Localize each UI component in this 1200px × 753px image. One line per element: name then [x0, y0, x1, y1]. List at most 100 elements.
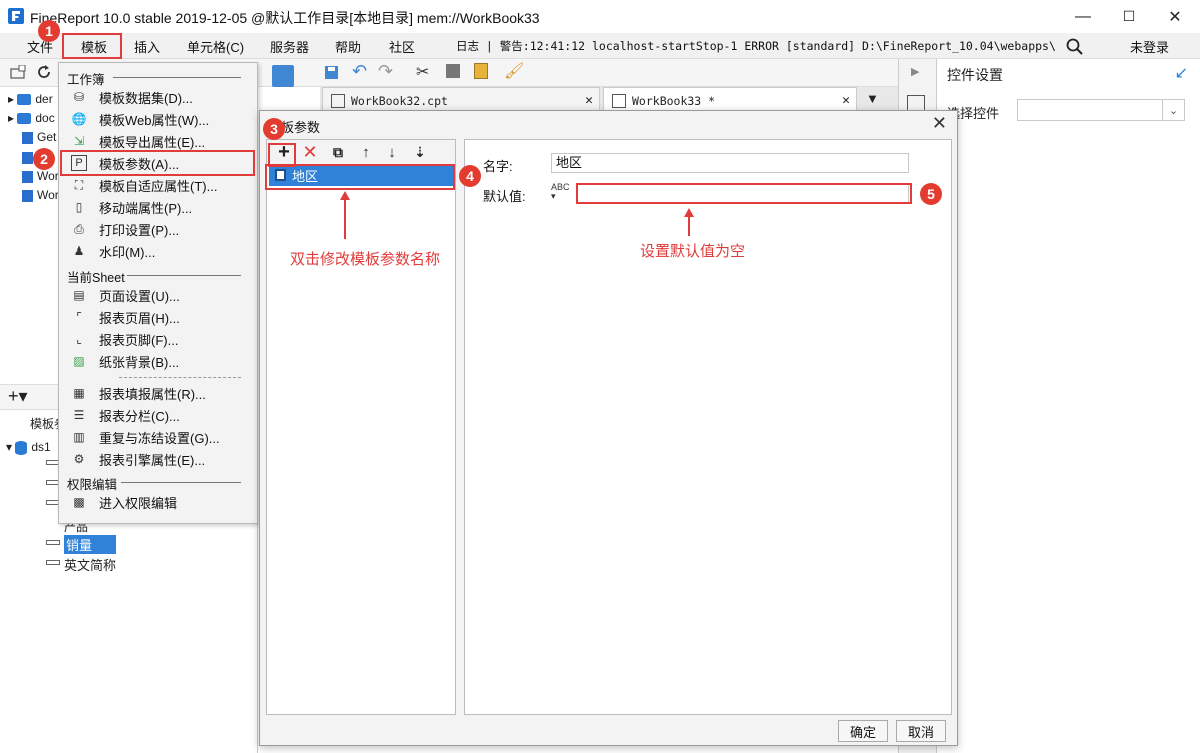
- cpt-file-icon: [22, 151, 33, 164]
- menu-item-page-setup[interactable]: ▤ 页面设置(U)...: [59, 284, 257, 306]
- refresh-icon[interactable]: [37, 65, 52, 80]
- tree-item[interactable]: ▸ doc: [8, 111, 55, 125]
- title-bar: FineReport 10.0 stable 2019-12-05 @默认工作目…: [0, 0, 1200, 33]
- menu-separator: [121, 482, 241, 483]
- freeze-icon: ▥: [73, 430, 85, 444]
- dataset-item[interactable]: ▾ ds1: [6, 440, 51, 455]
- menu-item-print-settings[interactable]: ⎙ 打印设置(P)...: [59, 218, 257, 240]
- cancel-button[interactable]: 取消: [896, 720, 946, 742]
- field-item[interactable]: 英文简称: [64, 555, 116, 574]
- save-icon[interactable]: [324, 65, 339, 80]
- menu-item-columns[interactable]: ☰ 报表分栏(C)...: [59, 404, 257, 426]
- step-badge: 4: [459, 165, 481, 187]
- highlight-template-menu: [62, 33, 122, 59]
- field-item-selected[interactable]: 销量: [64, 535, 116, 554]
- menu-separator: [119, 377, 241, 378]
- highlight-template-params: [60, 150, 255, 176]
- menu-item-adaptive-attr[interactable]: ⛶ 模板自适应属性(T)...: [59, 174, 257, 196]
- export-icon: ⇲: [73, 134, 85, 148]
- minimize-button[interactable]: —: [1060, 0, 1106, 33]
- grid-icon: [331, 93, 345, 108]
- copy-param-icon[interactable]: ⧉: [329, 143, 347, 161]
- close-button[interactable]: ✕: [1152, 0, 1198, 33]
- step-badge: 1: [38, 20, 60, 42]
- menu-community[interactable]: 社区: [389, 37, 415, 56]
- chevron-down-icon[interactable]: ⌄: [1162, 100, 1184, 120]
- menu-item-report-footer[interactable]: ⌞ 报表页脚(F)...: [59, 328, 257, 350]
- menu-item-mobile-attr[interactable]: ▯ 移动端属性(P)...: [59, 196, 257, 218]
- stamp-icon: ♟: [73, 244, 85, 258]
- search-icon[interactable]: [1066, 38, 1083, 55]
- param-detail-panel: 名字: 地区 默认值: ABC ▾: [464, 139, 952, 715]
- name-input[interactable]: 地区: [551, 153, 909, 173]
- field-icon: [46, 540, 60, 545]
- menu-insert[interactable]: 插入: [134, 37, 160, 56]
- tab-close-icon[interactable]: ✕: [842, 93, 850, 108]
- menu-separator: [113, 77, 241, 78]
- tree-item[interactable]: Get: [22, 130, 56, 144]
- sort-icon[interactable]: ⇣: [411, 143, 429, 161]
- highlight-default-value: [576, 183, 912, 204]
- menu-item-fill-attr[interactable]: ▦ 报表填报属性(R)...: [59, 382, 257, 404]
- maximize-button[interactable]: ☐: [1106, 0, 1152, 33]
- expand-icon[interactable]: ↙: [1175, 63, 1188, 83]
- copy-icon[interactable]: [446, 64, 460, 78]
- tree-item[interactable]: Wor: [22, 188, 59, 202]
- database-icon: [15, 440, 28, 455]
- menu-item-report-header[interactable]: ⌜ 报表页眉(H)...: [59, 306, 257, 328]
- printer-icon: ⎙: [74, 221, 84, 236]
- globe-icon: 🌐: [71, 112, 87, 126]
- finereport-logo-icon: [8, 8, 24, 24]
- image-icon: ▨: [73, 354, 85, 368]
- delete-param-icon[interactable]: ✕: [301, 142, 319, 162]
- move-down-icon[interactable]: ↓: [383, 143, 401, 161]
- cell-attribute-icon[interactable]: [907, 95, 925, 111]
- menu-item-export-attr[interactable]: ⇲ 模板导出属性(E)...: [59, 130, 257, 152]
- menu-help[interactable]: 帮助: [335, 37, 361, 56]
- cpt-file-icon: [22, 131, 33, 144]
- field-icon: [46, 560, 60, 565]
- panel-title: 控件设置: [947, 67, 1003, 83]
- main-toolbar: ↶ ↷ ✂ 🖌: [258, 59, 898, 87]
- menu-item-permission-edit[interactable]: ▩ 进入权限编辑: [59, 491, 257, 513]
- footer-icon: ⌞: [76, 332, 82, 346]
- header-icon: ⌜: [76, 310, 82, 324]
- tab-menu-icon[interactable]: ▼: [866, 91, 879, 106]
- template-menu: 工作簿 ⛁ 模板数据集(D)... 🌐 模板Web属性(W)... ⇲ 模板导出属性(…: [58, 62, 258, 524]
- menu-server[interactable]: 服务器: [270, 37, 309, 56]
- redo-icon[interactable]: ↷: [378, 61, 393, 82]
- undo-icon[interactable]: ↶: [352, 61, 367, 82]
- dialog-close-icon[interactable]: ✕: [932, 113, 947, 134]
- menu-item-engine-attr[interactable]: ⚙ 报表引擎属性(E)...: [59, 448, 257, 470]
- menu-item-dataset[interactable]: ⛁ 模板数据集(D)...: [59, 86, 257, 108]
- add-dataset-button[interactable]: +▾: [8, 386, 28, 407]
- menu-item-web-attr[interactable]: 🌐 模板Web属性(W)...: [59, 108, 257, 130]
- menu-item-watermark[interactable]: ♟ 水印(M)...: [59, 240, 257, 262]
- widget-select[interactable]: ⌄: [1017, 99, 1185, 121]
- tab-close-icon[interactable]: ✕: [585, 93, 593, 108]
- highlight-param-row: [265, 164, 455, 190]
- grid-icon: [612, 93, 626, 108]
- value-type-icon[interactable]: ABC ▾: [551, 183, 571, 201]
- new-folder-icon[interactable]: [10, 65, 26, 80]
- login-status[interactable]: 未登录: [1130, 37, 1169, 56]
- template-params-dialog: 模板参数 ✕ + ✕ ⧉ ↑ ↓ ⇣ 地区 名字: 地区 默认值: ABC ▾ 确…: [259, 110, 958, 746]
- menu-bar: 文件 模板 插入 单元格(C) 服务器 帮助 社区 日志 | 警告:12:41:…: [0, 33, 1200, 59]
- cut-icon[interactable]: ✂: [416, 62, 429, 82]
- default-value-label: 默认值:: [483, 189, 526, 204]
- page-setup-icon: ▤: [73, 288, 85, 302]
- tree-item[interactable]: ▸ der: [8, 92, 53, 106]
- tree-item[interactable]: Wor: [22, 169, 59, 183]
- log-status[interactable]: 日志 | 警告:12:41:12 localhost-startStop-1 E…: [456, 38, 1056, 54]
- window-title: FineReport 10.0 stable 2019-12-05 @默认工作目…: [30, 10, 540, 26]
- paste-icon[interactable]: [474, 63, 488, 79]
- format-brush-icon[interactable]: 🖌: [504, 61, 524, 81]
- fill-icon: ▦: [73, 386, 85, 400]
- menu-item-freeze[interactable]: ▥ 重复与冻结设置(G)...: [59, 426, 257, 448]
- ok-button[interactable]: 确定: [838, 720, 888, 742]
- menu-item-paper-background[interactable]: ▨ 纸张背景(B)...: [59, 350, 257, 372]
- collapse-arrow-icon[interactable]: ▶: [911, 65, 919, 78]
- menu-cell[interactable]: 单元格(C): [187, 37, 244, 56]
- move-up-icon[interactable]: ↑: [357, 143, 375, 161]
- template-icon[interactable]: [272, 65, 294, 87]
